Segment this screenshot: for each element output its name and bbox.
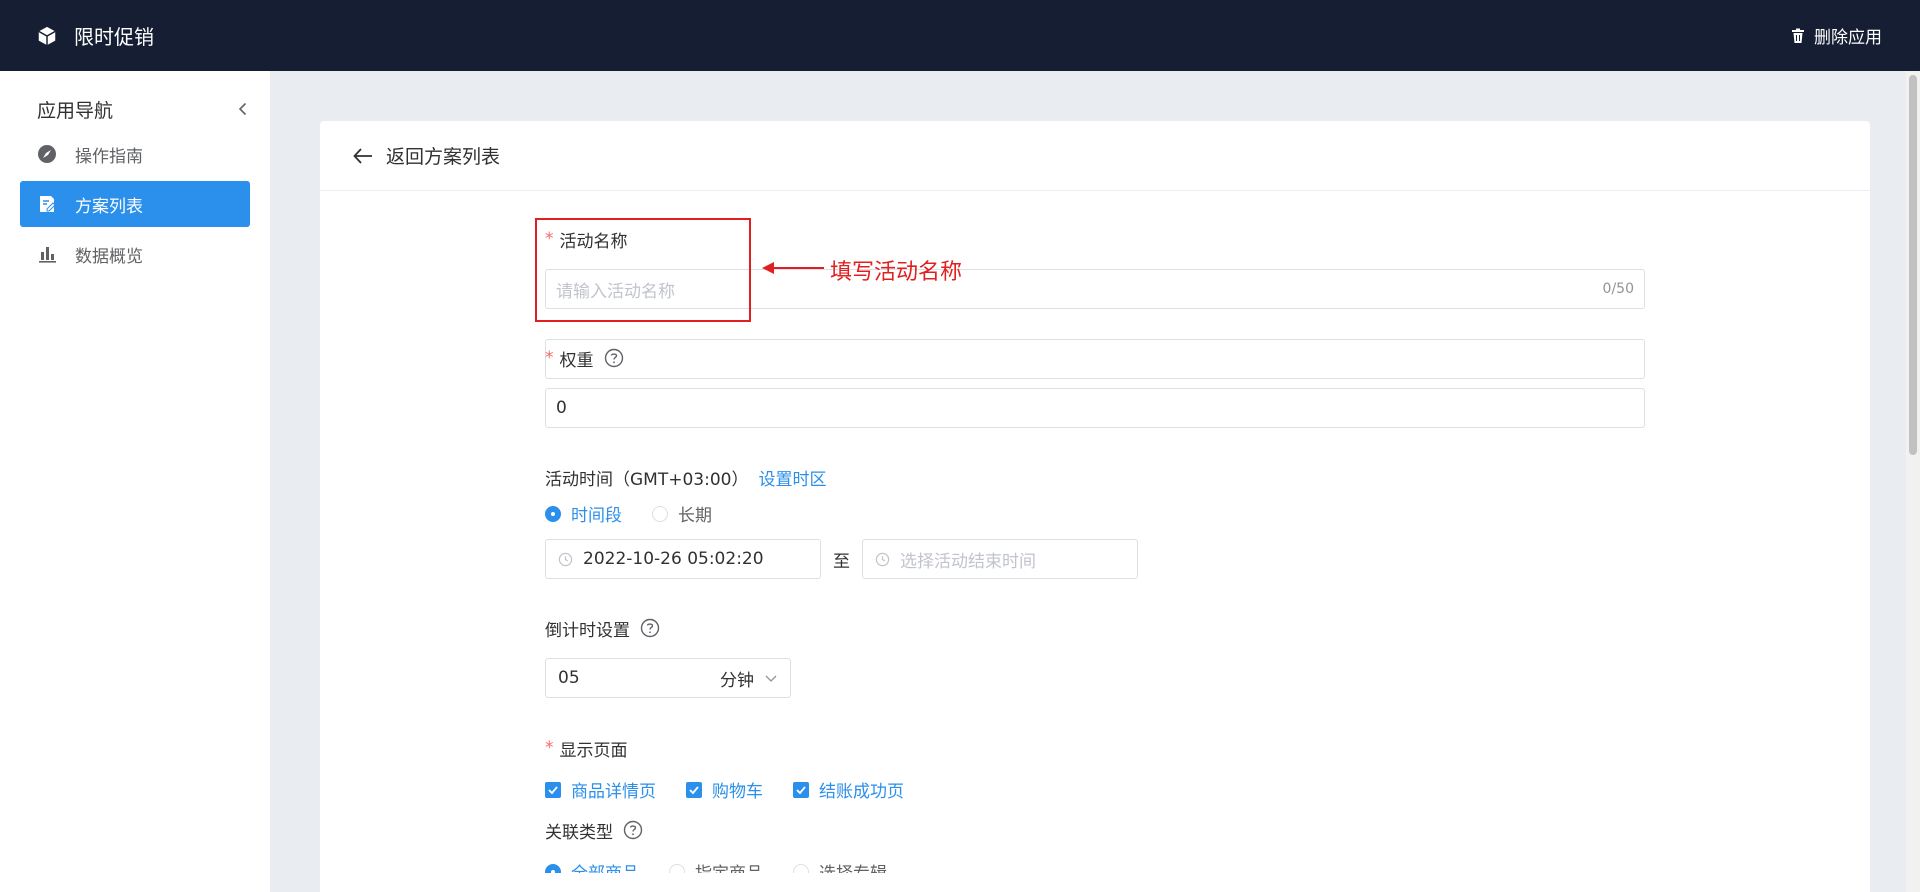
start-time-value: 2022-10-26 05:02:20 <box>583 549 764 569</box>
radio-select-collection[interactable]: 选择专辑 <box>793 859 887 873</box>
radio-dot <box>793 863 809 873</box>
sidebar-header: 应用导航 <box>0 93 270 125</box>
sidebar-item-label: 数据概览 <box>75 246 143 267</box>
scrollbar-thumb[interactable] <box>1909 75 1917 455</box>
sidebar-item-label: 方案列表 <box>75 196 143 217</box>
pages-checkboxes: 商品详情页 购物车 结账成功页 <box>545 777 904 802</box>
app-logo: 限时促销 <box>36 21 154 50</box>
edit-icon <box>40 196 56 212</box>
start-time-input[interactable]: 2022-10-26 05:02:20 <box>545 539 821 579</box>
annotation-arrow-icon <box>762 262 824 274</box>
delete-app-button[interactable]: 删除应用 <box>1790 23 1882 48</box>
clock-icon <box>558 552 573 566</box>
countdown-label: 倒计时设置 <box>545 616 660 641</box>
radio-dot <box>669 863 685 873</box>
collapse-chevron-icon[interactable] <box>236 102 250 116</box>
radio-all-products[interactable]: 全部商品 <box>545 859 639 873</box>
checkbox-product-detail[interactable]: 商品详情页 <box>545 777 656 802</box>
check-icon <box>689 785 699 794</box>
question-icon[interactable] <box>623 820 643 840</box>
sidebar-item-guide[interactable]: 操作指南 <box>20 131 250 177</box>
countdown-select[interactable]: 05 分钟 <box>545 658 791 698</box>
relation-label: 关联类型 <box>545 818 643 843</box>
required-mark: * <box>545 348 554 368</box>
checkbox-box <box>686 781 702 798</box>
weight-label: * 权重 <box>545 346 624 371</box>
end-time-placeholder: 选择活动结束时间 <box>900 551 1036 572</box>
clock-icon <box>875 552 890 566</box>
radio-specific-products[interactable]: 指定商品 <box>669 859 763 873</box>
page-scrollbar[interactable] <box>1906 71 1920 892</box>
app-title: 限时促销 <box>74 25 154 49</box>
bar-chart-icon <box>39 247 56 263</box>
countdown-value: 05 <box>558 668 580 688</box>
sidebar-item-plans[interactable]: 方案列表 <box>20 181 250 227</box>
weight-input[interactable]: 0 <box>545 388 1645 428</box>
chevron-down-icon <box>765 675 777 682</box>
name-char-count: 0/50 <box>1602 281 1634 297</box>
back-to-list-button[interactable]: 返回方案列表 <box>320 121 1870 191</box>
date-range: 2022-10-26 05:02:20 至 选择活动结束时间 <box>545 539 1138 579</box>
annotation-highlight-box <box>535 218 751 322</box>
radio-long-term[interactable]: 长期 <box>652 501 712 526</box>
range-separator: 至 <box>833 551 850 572</box>
radio-period[interactable]: 时间段 <box>545 501 622 526</box>
sidebar-title: 应用导航 <box>37 99 114 122</box>
sidebar-item-label: 操作指南 <box>75 146 143 167</box>
trash-icon <box>1792 28 1804 43</box>
time-label: 活动时间（GMT+03:00） 设置时区 <box>545 465 826 490</box>
question-icon[interactable] <box>604 348 624 368</box>
pages-label: * 显示页面 <box>545 738 628 761</box>
checkbox-cart[interactable]: 购物车 <box>686 777 763 802</box>
radio-dot <box>545 863 561 873</box>
required-mark: * <box>545 738 554 758</box>
time-type-radios: 时间段 长期 <box>545 501 712 526</box>
name-input-wrapper <box>545 339 1645 379</box>
set-timezone-link[interactable]: 设置时区 <box>758 465 826 490</box>
countdown-unit: 分钟 <box>720 670 754 691</box>
arrow-left-icon <box>353 147 372 164</box>
check-icon <box>548 785 558 794</box>
annotation-text: 填写活动名称 <box>830 260 963 285</box>
weight-value: 0 <box>556 398 567 418</box>
back-label: 返回方案列表 <box>386 146 501 168</box>
radio-dot <box>545 505 561 522</box>
question-icon[interactable] <box>640 618 660 638</box>
sidebar-nav: 操作指南 方案列表 数据概览 <box>0 131 270 277</box>
cube-icon <box>38 26 56 45</box>
check-icon <box>796 785 806 794</box>
sidebar-item-overview[interactable]: 数据概览 <box>20 231 250 277</box>
checkbox-checkout-success[interactable]: 结账成功页 <box>793 777 904 802</box>
compass-icon <box>38 145 56 163</box>
checkbox-box <box>545 781 561 798</box>
radio-dot <box>652 505 668 522</box>
checkbox-box <box>793 781 809 798</box>
relation-radios: 全部商品 指定商品 选择专辑 <box>545 859 887 873</box>
end-time-input[interactable]: 选择活动结束时间 <box>862 539 1138 579</box>
delete-app-label: 删除应用 <box>1814 28 1882 48</box>
top-bar: 限时促销 删除应用 <box>0 0 1920 71</box>
sidebar: 应用导航 操作指南 方案列表 数据概览 <box>0 71 270 892</box>
